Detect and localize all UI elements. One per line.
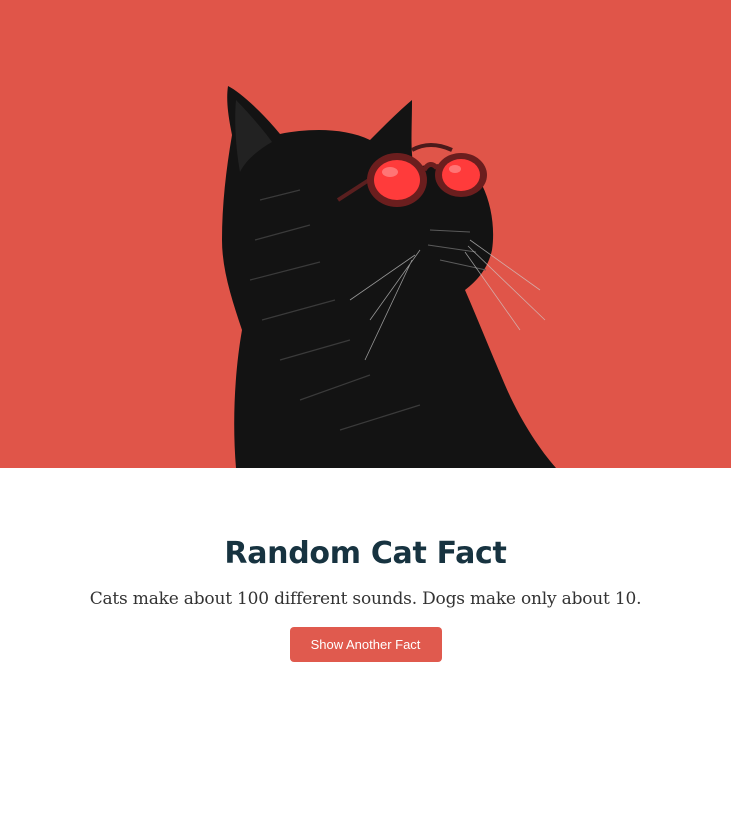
cat-fact-text: Cats make about 100 different sounds. Do… [89,589,642,609]
page-title: Random Cat Fact [224,536,507,571]
cat-illustration [0,0,731,468]
hero-banner [0,0,731,468]
show-another-fact-button[interactable]: Show Another Fact [289,627,442,662]
main-content: Random Cat Fact Cats make about 100 diff… [0,468,731,662]
